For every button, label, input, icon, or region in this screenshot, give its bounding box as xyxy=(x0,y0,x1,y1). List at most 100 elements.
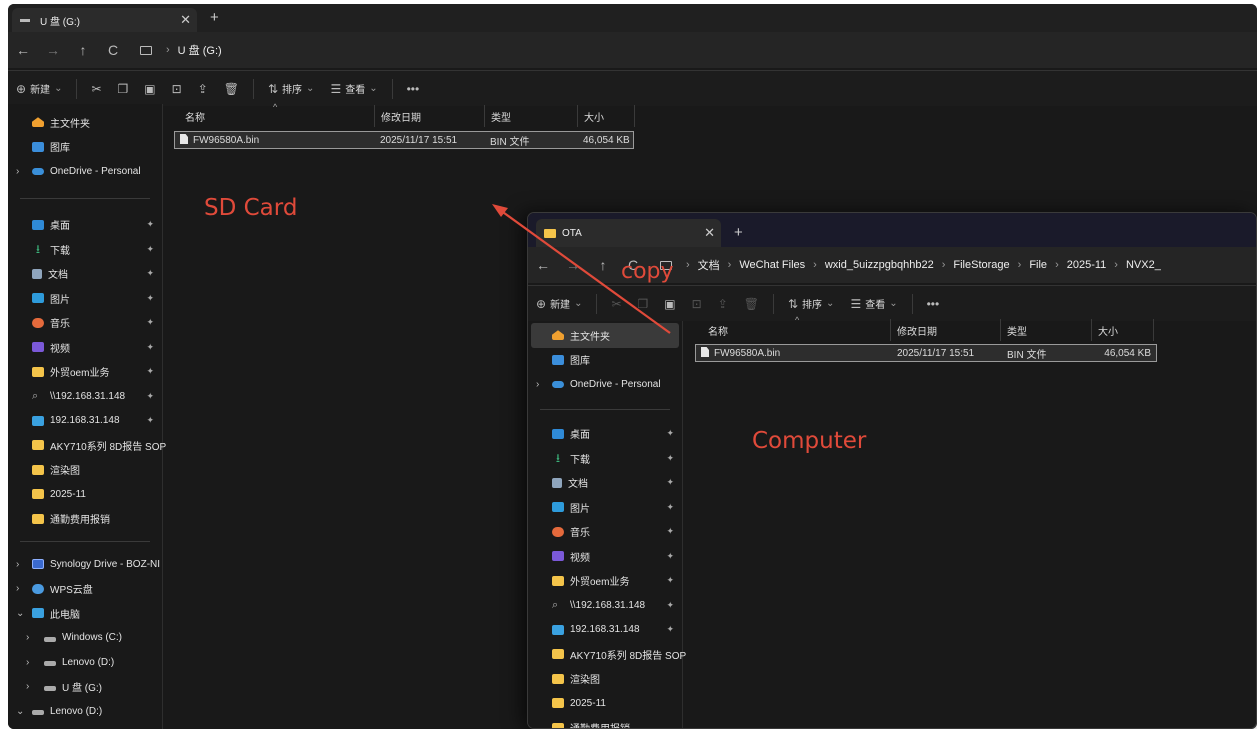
sidebar-item-music[interactable]: 音乐 ✦ xyxy=(528,520,682,545)
close-tab-icon[interactable]: ✕ xyxy=(180,12,191,28)
close-tab-icon[interactable]: ✕ xyxy=(704,225,715,241)
table-row[interactable]: FW96580A.bin 2025/11/17 15:51 BIN 文件 46,… xyxy=(174,131,634,149)
column-modified[interactable]: 修改日期 xyxy=(891,319,1001,341)
sidebar-item-onedrive[interactable]: › OneDrive - Personal xyxy=(528,372,682,397)
table-row[interactable]: FW96580A.bin 2025/11/17 15:51 BIN 文件 46,… xyxy=(695,344,1157,362)
column-modified[interactable]: 修改日期 xyxy=(375,105,485,127)
sidebar-item-network-pc[interactable]: 192.168.31.148 ✦ xyxy=(528,618,682,643)
sidebar-item-videos[interactable]: 视频 ✦ xyxy=(8,335,162,360)
new-button[interactable]: ⊕ 新建 ⌄ xyxy=(8,75,70,103)
sidebar-item-folder[interactable]: 外贸oem业务 ✦ xyxy=(8,360,162,385)
breadcrumb-item[interactable]: 文档 xyxy=(698,257,720,273)
breadcrumb-item[interactable]: NVX2_ xyxy=(1126,259,1161,271)
sidebar-item-drive-d[interactable]: › Lenovo (D:) xyxy=(8,650,162,675)
view-button[interactable]: ☰ 查看 ⌄ xyxy=(842,290,905,318)
sidebar-item-label: \\192.168.31.148 xyxy=(50,390,126,402)
sidebar-item-pictures[interactable]: 图片 ✦ xyxy=(528,495,682,520)
address-path[interactable]: › 文档 › WeChat Files › wxid_5uizzpgbqhhb2… xyxy=(654,252,1256,278)
back-arrow-icon[interactable]: ← xyxy=(528,257,558,273)
sidebar-item-music[interactable]: 音乐 ✦ xyxy=(8,311,162,336)
sidebar-item-folder[interactable]: 渲染图 xyxy=(8,458,162,483)
sidebar-item-desktop[interactable]: 桌面 ✦ xyxy=(8,213,162,238)
sidebar-item-home[interactable]: 主文件夹 xyxy=(531,323,679,348)
scissors-icon: ✂ xyxy=(611,296,622,311)
sidebar-item-drive-d[interactable]: ⌄ Lenovo (D:) xyxy=(8,699,162,724)
sidebar-item-home[interactable]: 主文件夹 xyxy=(8,110,162,135)
refresh-icon[interactable]: C xyxy=(98,42,128,58)
more-options-button[interactable]: ••• xyxy=(399,75,428,103)
column-type[interactable]: 类型 xyxy=(485,105,578,127)
new-button[interactable]: ⊕ 新建 ⌄ xyxy=(528,290,590,318)
sidebar-item-drive-c[interactable]: › Windows (C:) xyxy=(8,626,162,651)
sidebar-item-documents[interactable]: 文档 ✦ xyxy=(8,262,162,287)
column-type[interactable]: 类型 xyxy=(1001,319,1092,341)
pc-tab[interactable]: OTA ✕ xyxy=(536,219,721,247)
delete-button[interactable]: 🗑 xyxy=(736,290,767,318)
sidebar-item-network-pc[interactable]: 192.168.31.148 ✦ xyxy=(8,409,162,434)
divider xyxy=(20,541,150,542)
sidebar-item-network-share[interactable]: ⌕ \\192.168.31.148 ✦ xyxy=(8,384,162,409)
document-icon xyxy=(32,268,42,279)
new-tab-icon[interactable]: + xyxy=(734,224,743,241)
cut-button[interactable]: ✂ xyxy=(83,75,109,103)
copy-button[interactable]: ❐ xyxy=(630,290,657,318)
column-name[interactable]: 名称 xyxy=(696,319,891,341)
breadcrumb-item[interactable]: 2025-11 xyxy=(1067,259,1107,271)
sidebar-item-folder[interactable]: AKY710系列 8D报告 SOP xyxy=(528,642,686,667)
chevron-down-icon: ⌄ xyxy=(574,298,583,309)
breadcrumb-item[interactable]: wxid_5uizzpgbqhhb22 xyxy=(825,259,934,271)
copy-button[interactable]: ❐ xyxy=(110,75,137,103)
sidebar-item-network-share[interactable]: ⌕ \\192.168.31.148 ✦ xyxy=(528,593,682,618)
sort-button[interactable]: ⇅ 排序 ⌄ xyxy=(780,290,842,318)
share-button[interactable]: ⇪ xyxy=(710,290,736,318)
more-options-button[interactable]: ••• xyxy=(919,290,948,318)
address-path[interactable]: › U 盘 (G:) xyxy=(134,37,1257,63)
breadcrumb-item[interactable]: File xyxy=(1029,259,1047,271)
view-button[interactable]: ☰ 查看 ⌄ xyxy=(322,75,385,103)
sidebar-item-folder[interactable]: 外贸oem业务 ✦ xyxy=(528,569,682,594)
sidebar-item-folder[interactable]: 2025-11 xyxy=(528,691,682,716)
gallery-icon xyxy=(552,354,564,365)
paste-button[interactable]: ▣ xyxy=(136,75,163,103)
sidebar-item-folder[interactable]: 渲染图 xyxy=(528,667,682,692)
sidebar-item-synology[interactable]: › Synology Drive - BOZ-NI xyxy=(8,552,162,577)
sidebar-item-downloads[interactable]: ⭳ 下载 ✦ xyxy=(8,237,162,262)
sidebar-item-folder[interactable]: 通勤费用报销 xyxy=(528,716,682,728)
sort-button[interactable]: ⇅ 排序 ⌄ xyxy=(260,75,322,103)
up-arrow-icon[interactable]: ↑ xyxy=(68,42,98,58)
sidebar-item-this-pc[interactable]: ⌄ 此电脑 xyxy=(8,601,162,626)
sidebar-item-gallery[interactable]: 图库 xyxy=(528,348,682,373)
sidebar-item-pictures[interactable]: 图片 ✦ xyxy=(8,286,162,311)
column-size[interactable]: 大小 xyxy=(1092,319,1154,341)
sidebar-item-folder[interactable]: 2025-11 xyxy=(8,482,162,507)
back-arrow-icon[interactable]: ← xyxy=(8,42,38,58)
sidebar-item-gallery[interactable]: 图库 xyxy=(8,135,162,160)
sd-tab[interactable]: ▬ U 盘 (G:) ✕ xyxy=(12,8,197,32)
column-size[interactable]: 大小 xyxy=(578,105,635,127)
share-button[interactable]: ⇪ xyxy=(190,75,216,103)
pin-icon: ✦ xyxy=(666,599,674,610)
sidebar-item-wps[interactable]: › WPS云盘 xyxy=(8,577,162,602)
paste-button[interactable]: ▣ xyxy=(656,290,683,318)
sidebar-item-drive-g[interactable]: › U 盘 (G:) xyxy=(8,675,162,700)
breadcrumb-item[interactable]: WeChat Files xyxy=(739,259,805,271)
rename-button[interactable]: ⊡ xyxy=(684,290,710,318)
forward-arrow-icon[interactable]: → xyxy=(38,42,68,58)
divider xyxy=(772,293,774,314)
sidebar-item-onedrive[interactable]: › OneDrive - Personal xyxy=(8,159,162,184)
up-arrow-icon[interactable]: ↑ xyxy=(588,257,618,273)
sidebar-item-desktop[interactable]: 桌面 ✦ xyxy=(528,422,682,447)
breadcrumb-item[interactable]: FileStorage xyxy=(953,259,1009,271)
sidebar-item-downloads[interactable]: ⭳ 下载 ✦ xyxy=(528,446,682,471)
sidebar-item-folder[interactable]: AKY710系列 8D报告 SOP xyxy=(8,433,166,458)
new-tab-icon[interactable]: + xyxy=(210,9,219,26)
sidebar-item-videos[interactable]: 视频 ✦ xyxy=(528,544,682,569)
chevron-right-icon: › xyxy=(1017,259,1022,271)
cut-button[interactable]: ✂ xyxy=(603,290,629,318)
delete-button[interactable]: 🗑 xyxy=(216,75,247,103)
sidebar-item-folder[interactable]: 通勤费用报销 xyxy=(8,507,162,532)
rename-button[interactable]: ⊡ xyxy=(164,75,190,103)
sidebar-item-documents[interactable]: 文档 ✦ xyxy=(528,471,682,496)
breadcrumb-item[interactable]: U 盘 (G:) xyxy=(178,42,222,58)
forward-arrow-icon[interactable]: → xyxy=(558,257,588,273)
